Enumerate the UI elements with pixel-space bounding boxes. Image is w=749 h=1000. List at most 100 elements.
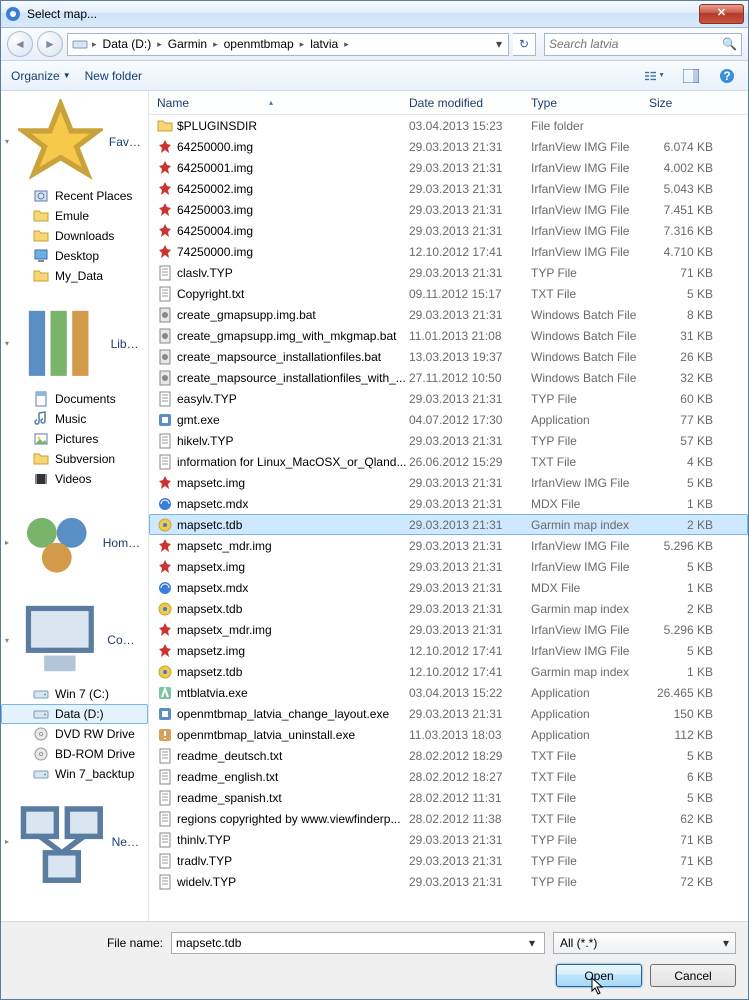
file-row[interactable]: openmtbmap_latvia_uninstall.exe11.03.201…	[149, 724, 748, 745]
nav-computer-header[interactable]: ▾Computer	[1, 596, 148, 684]
nav-item-computer[interactable]: DVD RW Drive	[1, 724, 148, 744]
back-button[interactable]: ◄	[7, 31, 33, 57]
nav-item-favorites[interactable]: Emule	[1, 206, 148, 226]
nav-item-computer[interactable]: Win 7_backtup	[1, 764, 148, 784]
search-icon[interactable]: 🔍	[722, 37, 737, 51]
file-row[interactable]: gmt.exe04.07.2012 17:30Application77 KB	[149, 409, 748, 430]
breadcrumb-seg[interactable]: Data (D:)	[101, 37, 154, 51]
nav-item-libraries[interactable]: Videos	[1, 469, 148, 489]
file-row[interactable]: 64250000.img29.03.2013 21:31IrfanView IM…	[149, 136, 748, 157]
column-name[interactable]: Name▴	[157, 96, 409, 110]
file-row[interactable]: Copyright.txt09.11.2012 15:17TXT File5 K…	[149, 283, 748, 304]
organize-menu[interactable]: Organize▼	[11, 69, 71, 83]
chevron-right-icon[interactable]: ▸	[153, 39, 166, 50]
nav-item-computer[interactable]: Data (D:)	[1, 704, 148, 724]
file-name: readme_english.txt	[177, 770, 409, 784]
nav-homegroup-header[interactable]: ▸Homegroup	[1, 501, 148, 585]
file-row[interactable]: mapsetz.img12.10.2012 17:41IrfanView IMG…	[149, 640, 748, 661]
file-row[interactable]: readme_deutsch.txt28.02.2012 18:29TXT Fi…	[149, 745, 748, 766]
nav-item-favorites[interactable]: Downloads	[1, 226, 148, 246]
file-row[interactable]: thinlv.TYP29.03.2013 21:31TYP File71 KB	[149, 829, 748, 850]
breadcrumb-seg[interactable]: latvia	[308, 37, 340, 51]
file-row[interactable]: mapsetz.tdb12.10.2012 17:41Garmin map in…	[149, 661, 748, 682]
nav-item-libraries[interactable]: Subversion	[1, 449, 148, 469]
file-row[interactable]: $PLUGINSDIR03.04.2013 15:23File folder	[149, 115, 748, 136]
file-row[interactable]: mapsetc.tdb29.03.2013 21:31Garmin map in…	[149, 514, 748, 535]
breadcrumb-seg[interactable]: openmtbmap	[222, 37, 296, 51]
chevron-right-icon[interactable]: ▸	[340, 39, 353, 50]
drive-icon	[33, 706, 49, 722]
filetype-filter[interactable]: All (*.*) ▾	[553, 932, 736, 954]
new-folder-button[interactable]: New folder	[85, 69, 142, 83]
nav-item-computer[interactable]: BD-ROM Drive	[1, 744, 148, 764]
filename-combobox[interactable]: ▾	[171, 932, 545, 954]
nav-item-libraries[interactable]: Pictures	[1, 429, 148, 449]
help-button[interactable]: ?	[716, 65, 738, 87]
chevron-right-icon[interactable]: ▸	[209, 39, 222, 50]
nav-network-header[interactable]: ▸Network	[1, 796, 148, 888]
file-row[interactable]: easylv.TYP29.03.2013 21:31TYP File60 KB	[149, 388, 748, 409]
nav-item-computer[interactable]: Win 7 (C:)	[1, 684, 148, 704]
preview-pane-button[interactable]	[680, 65, 702, 87]
file-row[interactable]: 64250001.img29.03.2013 21:31IrfanView IM…	[149, 157, 748, 178]
search-box[interactable]: 🔍	[544, 33, 742, 56]
nav-libraries-header[interactable]: ▾Libraries	[1, 298, 148, 389]
nav-item-favorites[interactable]: Desktop	[1, 246, 148, 266]
file-row[interactable]: mapsetx.tdb29.03.2013 21:31Garmin map in…	[149, 598, 748, 619]
file-row[interactable]: tradlv.TYP29.03.2013 21:31TYP File71 KB	[149, 850, 748, 871]
column-size[interactable]: Size	[649, 96, 717, 110]
nav-favorites-header[interactable]: ▾Favorites	[1, 97, 148, 186]
img-icon	[157, 244, 173, 260]
column-date[interactable]: Date modified	[409, 96, 531, 110]
file-row[interactable]: hikelv.TYP29.03.2013 21:31TYP File57 KB	[149, 430, 748, 451]
file-row[interactable]: mapsetx.img29.03.2013 21:31IrfanView IMG…	[149, 556, 748, 577]
file-row[interactable]: 64250003.img29.03.2013 21:31IrfanView IM…	[149, 199, 748, 220]
file-row[interactable]: regions copyrighted by www.viewfinderp..…	[149, 808, 748, 829]
cancel-button[interactable]: Cancel	[650, 964, 736, 987]
open-button[interactable]: Open	[556, 964, 642, 987]
file-row[interactable]: readme_spanish.txt28.02.2012 11:31TXT Fi…	[149, 787, 748, 808]
file-row[interactable]: claslv.TYP29.03.2013 21:31TYP File71 KB	[149, 262, 748, 283]
nav-item-favorites[interactable]: Recent Places	[1, 186, 148, 206]
chevron-right-icon[interactable]: ▸	[88, 39, 101, 50]
file-row[interactable]: 64250002.img29.03.2013 21:31IrfanView IM…	[149, 178, 748, 199]
breadcrumb[interactable]: ▸ Data (D:) ▸ Garmin ▸ openmtbmap ▸ latv…	[67, 33, 509, 56]
file-rows[interactable]: $PLUGINSDIR03.04.2013 15:23File folder64…	[149, 115, 748, 921]
file-name: mapsetx.mdx	[177, 581, 409, 595]
file-row[interactable]: mapsetc.img29.03.2013 21:31IrfanView IMG…	[149, 472, 748, 493]
view-options-button[interactable]: ▼	[644, 65, 666, 87]
file-row[interactable]: openmtbmap_latvia_change_layout.exe29.03…	[149, 703, 748, 724]
file-row[interactable]: create_mapsource_installationfiles_with_…	[149, 367, 748, 388]
nav-item-favorites[interactable]: My_Data	[1, 266, 148, 286]
file-row[interactable]: mapsetc.mdx29.03.2013 21:31MDX File1 KB	[149, 493, 748, 514]
chevron-right-icon[interactable]: ▸	[296, 39, 309, 50]
file-name: 64250004.img	[177, 224, 409, 238]
breadcrumb-dropdown[interactable]: ▾	[490, 37, 508, 51]
file-row[interactable]: 64250004.img29.03.2013 21:31IrfanView IM…	[149, 220, 748, 241]
file-row[interactable]: readme_english.txt28.02.2012 18:27TXT Fi…	[149, 766, 748, 787]
filename-input[interactable]	[176, 936, 524, 950]
img-icon	[157, 202, 173, 218]
chevron-down-icon[interactable]: ▾	[524, 936, 540, 950]
file-row[interactable]: mtblatvia.exe03.04.2013 15:22Application…	[149, 682, 748, 703]
breadcrumb-seg[interactable]: Garmin	[166, 37, 209, 51]
forward-button[interactable]: ►	[37, 31, 63, 57]
nav-item-libraries[interactable]: Music	[1, 409, 148, 429]
nav-item-libraries[interactable]: Documents	[1, 389, 148, 409]
file-type: Garmin map index	[531, 602, 649, 616]
file-row[interactable]: mapsetx_mdr.img29.03.2013 21:31IrfanView…	[149, 619, 748, 640]
file-size: 2 KB	[649, 602, 717, 616]
file-type: IrfanView IMG File	[531, 476, 649, 490]
file-row[interactable]: mapsetx.mdx29.03.2013 21:31MDX File1 KB	[149, 577, 748, 598]
close-button[interactable]: ✕	[699, 4, 744, 24]
file-row[interactable]: information for Linux_MacOSX_or_Qland...…	[149, 451, 748, 472]
file-row[interactable]: create_gmapsupp.img.bat29.03.2013 21:31W…	[149, 304, 748, 325]
search-input[interactable]	[549, 37, 722, 51]
column-type[interactable]: Type	[531, 96, 649, 110]
file-row[interactable]: create_gmapsupp.img_with_mkgmap.bat11.01…	[149, 325, 748, 346]
refresh-button[interactable]: ↻	[513, 33, 536, 56]
file-row[interactable]: 74250000.img12.10.2012 17:41IrfanView IM…	[149, 241, 748, 262]
file-row[interactable]: create_mapsource_installationfiles.bat13…	[149, 346, 748, 367]
file-row[interactable]: mapsetc_mdr.img29.03.2013 21:31IrfanView…	[149, 535, 748, 556]
file-row[interactable]: widelv.TYP29.03.2013 21:31TYP File72 KB	[149, 871, 748, 892]
